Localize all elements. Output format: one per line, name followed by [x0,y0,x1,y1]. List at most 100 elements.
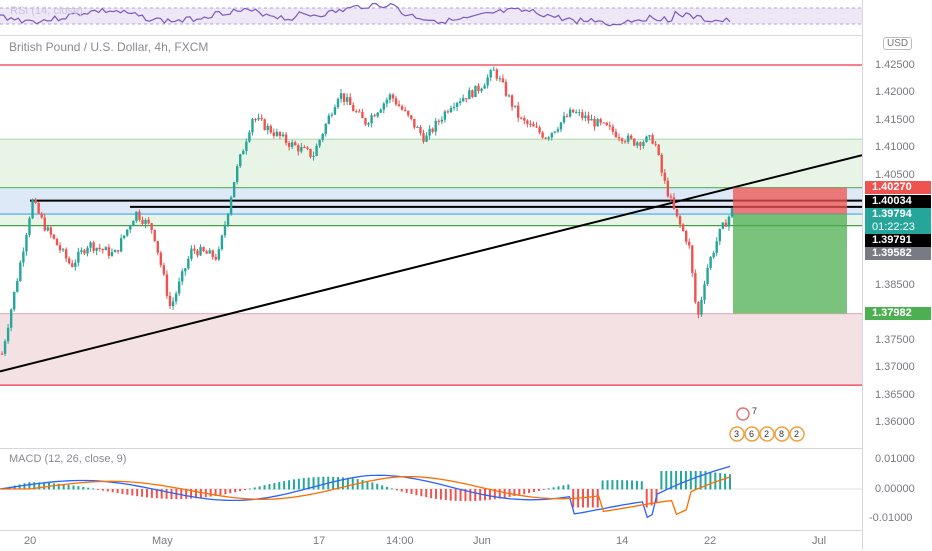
candle-body [495,69,499,79]
candle-body [715,241,718,253]
macd-histogram-bar [640,481,643,490]
macd-histogram-bar [557,486,560,490]
candle-body [83,250,86,254]
candle-body [126,229,129,236]
candle-body [71,263,74,267]
candle-body [19,262,22,282]
candle-body [391,94,395,99]
price-pane[interactable]: 736282 British Pound / U.S. Dollar, 4h, … [0,36,862,446]
candle-body [294,142,297,146]
candle-body [367,123,370,125]
candle-body [147,219,150,224]
candle-body [116,250,120,252]
candle-body [77,251,80,263]
candle-body [688,241,691,246]
candle-body [61,249,65,251]
macd-histogram-bar [92,488,95,490]
macd-histogram-bar [82,486,85,490]
macd-histogram-bar [332,476,335,490]
candle-body [446,111,450,113]
macd-histogram-bar [675,471,678,490]
macd-histogram-bar [724,473,727,490]
candle-body [309,148,312,157]
candle-body [9,309,13,328]
macd-histogram-bar [714,472,717,490]
rsi-band [0,8,862,24]
candle-body [437,120,440,122]
macd-histogram-bar [665,471,668,490]
candle-body [587,115,590,121]
macd-histogram-bar [288,480,291,490]
candle-body [556,129,560,132]
candle-body [144,219,147,224]
candle-body [544,137,547,139]
macd-histogram-bar [430,489,433,499]
macd-histogram-bar [523,489,526,495]
candle-body [235,166,239,183]
candle-body [706,267,709,285]
candle-body [190,248,193,259]
candle-body [727,216,731,227]
candle-body [385,99,389,104]
candle-body [333,107,337,115]
candle-body [694,272,697,303]
candle-body [217,249,221,260]
macd-histogram-bar [444,489,447,501]
macd-histogram-bar [469,489,472,502]
candle-body [608,125,612,127]
bar-countdown-tag: 01:22:23 [865,221,931,234]
candle-body [339,93,343,99]
candle-body [58,245,62,251]
currency-button[interactable]: USD [883,37,913,50]
candle-body [162,265,166,275]
macd-histogram-bar [694,471,697,490]
macd-pane[interactable]: MACD (12, 26, close, 9) [0,448,862,531]
candle-body [199,247,202,256]
price-tick: 1.37500 [875,334,915,346]
candle-body [278,131,282,137]
candle-body [550,132,553,138]
candle-body [46,227,50,231]
macd-histogram-bar [150,489,153,498]
macd-histogram-bar [381,485,384,490]
candle-body [419,126,422,134]
candle-body [440,119,444,122]
candle-body [25,234,28,252]
candle-body [141,219,144,224]
macd-histogram-bar [621,480,624,490]
candle-body [623,141,627,143]
candle-body [633,138,636,146]
candle-body [428,128,431,136]
macd-histogram-bar [528,489,531,494]
candle-body [122,235,126,239]
candle-body [532,123,535,127]
candle-body [52,234,56,239]
candle-body [3,341,7,354]
candle-body [92,242,95,251]
candle-body [16,281,19,292]
candle-body [297,145,300,152]
candle-body [700,299,703,315]
macd-histogram-bar [106,489,109,492]
candle-body [590,118,593,121]
macd-histogram-bar [258,486,261,490]
macd-histogram-bar [165,489,168,499]
price-axis[interactable]: USD 1.42500 1.42000 1.41500 1.41000 1.40… [862,0,932,550]
macd-line [0,465,731,519]
candle-body [281,134,285,137]
rsi-pane[interactable]: RSI (14, close) [0,0,862,36]
candle-body [654,143,657,145]
candle-body [312,155,315,157]
macd-histogram-bar [586,489,589,508]
candle-body [431,128,434,132]
candle-body [355,111,358,113]
macd-histogram-bar [542,489,545,490]
macd-histogram-bar [729,474,731,490]
time-axis[interactable]: 20 May 17 14:00 Jun 14 22 Jul [0,530,862,551]
macd-histogram-bar [209,489,212,497]
candle-body [547,137,550,139]
macd-histogram-bar [547,488,550,490]
candle-body [174,293,178,302]
candle-body [193,248,196,251]
time-tick: 22 [704,535,717,547]
